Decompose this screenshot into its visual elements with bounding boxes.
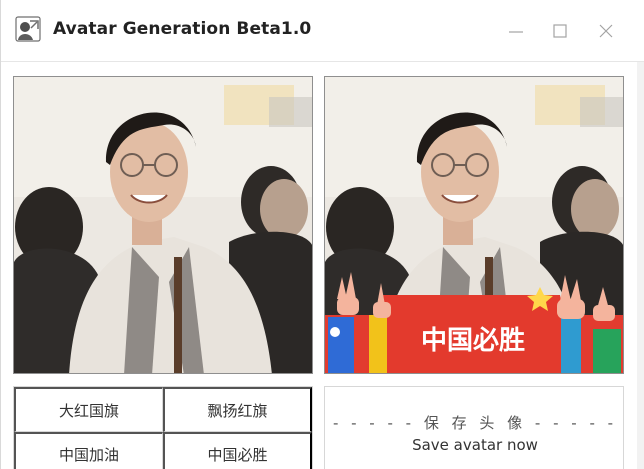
app-window: Avatar Generation Beta1.0 中国必胜 大红国旗 飘扬红旗… xyxy=(0,0,644,469)
window-right-edge xyxy=(637,62,644,469)
save-avatar-title: - - - - - 保 存 头 像 - - - - - xyxy=(332,414,618,432)
maximize-button[interactable] xyxy=(543,14,577,48)
overlay-banner-text: 中国必胜 xyxy=(421,326,525,356)
frame-option-button-red-flag[interactable]: 大红国旗 xyxy=(14,387,163,432)
close-icon xyxy=(599,24,613,38)
frame-option-button-china-wins[interactable]: 中国必胜 xyxy=(163,432,312,469)
preview-photo-illustration: 中国必胜 xyxy=(325,77,623,373)
minimize-button[interactable] xyxy=(499,14,533,48)
close-button[interactable] xyxy=(589,14,623,48)
app-logo-icon xyxy=(15,16,41,42)
original-avatar-image xyxy=(13,76,313,374)
save-avatar-button[interactable]: - - - - - 保 存 头 像 - - - - - Save avatar … xyxy=(324,386,624,469)
title-bar[interactable]: Avatar Generation Beta1.0 xyxy=(1,0,644,62)
frame-options-grid: 大红国旗 飘扬红旗 中国加油 中国必胜 xyxy=(13,386,313,469)
minimize-icon xyxy=(509,31,523,33)
maximize-icon xyxy=(553,24,567,38)
frame-option-button-go-china[interactable]: 中国加油 xyxy=(14,432,163,469)
window-title: Avatar Generation Beta1.0 xyxy=(53,19,312,39)
preview-avatar-image: 中国必胜 xyxy=(324,76,624,374)
frame-option-button-waving-flag[interactable]: 飘扬红旗 xyxy=(163,387,312,432)
save-avatar-subtitle: Save avatar now xyxy=(412,436,538,454)
original-photo-illustration xyxy=(14,77,312,373)
